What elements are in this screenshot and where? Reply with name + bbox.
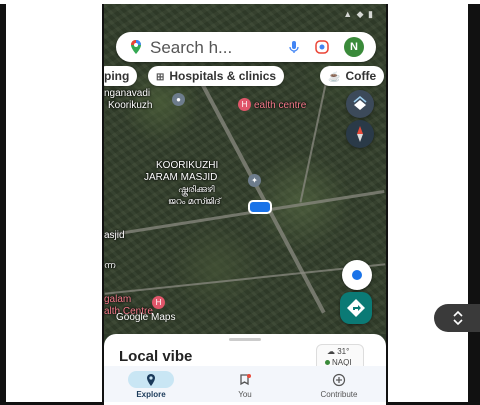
chip-coffee[interactable]: ☕ Coffe: [320, 66, 385, 86]
current-location-marker[interactable]: [248, 200, 272, 214]
frame-left-bg: [6, 4, 102, 402]
google-maps-logo: Google Maps: [116, 312, 176, 323]
map-label-masjid-local: ജറം മസ്ജിദ്: [168, 196, 221, 206]
microphone-icon[interactable]: [286, 39, 302, 55]
my-location-button[interactable]: [342, 260, 372, 290]
account-avatar[interactable]: N: [344, 37, 364, 57]
you-icon: [240, 374, 251, 386]
hospital-poi-icon[interactable]: H: [238, 98, 251, 111]
compass-icon: [357, 126, 363, 142]
mosque-poi-icon[interactable]: ✦: [248, 174, 261, 187]
sheet-drag-handle[interactable]: [229, 338, 261, 341]
school-poi-icon[interactable]: ●: [172, 93, 185, 106]
maps-pin-icon: [131, 40, 141, 54]
map-label: nganavadi: [104, 88, 151, 99]
hospital-poi-icon[interactable]: H: [152, 296, 165, 309]
temperature-value: 31°: [337, 347, 350, 356]
map-label: asjid: [104, 230, 125, 241]
category-chips: ping ⊞ Hospitals & clinics ☕ Coffe: [104, 66, 386, 88]
chip-hospitals[interactable]: ⊞ Hospitals & clinics: [148, 66, 285, 86]
map-label: galam: [104, 294, 132, 305]
map-label-health-centre: ealth centre: [254, 100, 307, 111]
nav-contribute-label: Contribute: [320, 390, 358, 399]
map-label-masjid: JARAM MASJID: [144, 172, 218, 183]
cloud-icon: ☁: [327, 347, 335, 356]
weather-temperature: ☁ 31°: [327, 347, 349, 356]
nav-you-label: You: [238, 390, 252, 399]
my-location-icon: [352, 270, 362, 280]
status-bar: ▲ ◆ ▮: [104, 4, 386, 28]
map-label: Koorikuzh: [108, 100, 153, 111]
nav-explore[interactable]: Explore: [104, 366, 198, 402]
bottom-navigation: Explore You Contribute: [104, 366, 386, 402]
directions-button[interactable]: [340, 292, 372, 324]
nav-you[interactable]: You: [198, 366, 292, 402]
hospital-icon: ⊞: [156, 72, 165, 83]
side-panel-handle[interactable]: [434, 304, 480, 332]
nav-contribute[interactable]: Contribute: [292, 366, 386, 402]
map-road: [105, 189, 385, 238]
phone-screen: nganavadi Koorikuzh ● H ealth centre KOO…: [104, 4, 386, 402]
search-input[interactable]: Search h...: [150, 38, 232, 58]
explore-icon: [147, 374, 155, 386]
chip-hospitals-label: Hospitals & clinics: [169, 69, 277, 83]
map-label-masjid-local: ഷ്കൂരിക്കുഴി: [178, 184, 215, 194]
layers-button[interactable]: [346, 90, 374, 118]
chip-shopping[interactable]: ping: [104, 66, 138, 86]
air-quality-dot-icon: [325, 360, 330, 365]
frame-right-bg: [388, 4, 468, 402]
search-bar[interactable]: Search h... N: [116, 32, 376, 62]
sheet-title: Local vibe: [119, 348, 193, 365]
contribute-icon: [332, 373, 346, 387]
chip-coffee-label: Coffe: [345, 69, 377, 83]
map-label-masjid: KOORIKUZHI: [156, 160, 219, 171]
nav-explore-label: Explore: [136, 390, 166, 399]
chip-shopping-label: ping: [104, 69, 130, 83]
coffee-icon: ☕: [328, 72, 341, 83]
google-lens-icon[interactable]: [314, 39, 330, 55]
directions-icon: [347, 299, 365, 317]
compass-button[interactable]: [346, 120, 374, 148]
status-icons: ▲ ◆ ▮: [343, 9, 374, 19]
expand-collapse-icon: [453, 310, 463, 326]
layers-icon: [353, 96, 367, 110]
map-label: ന്ന: [104, 260, 116, 270]
